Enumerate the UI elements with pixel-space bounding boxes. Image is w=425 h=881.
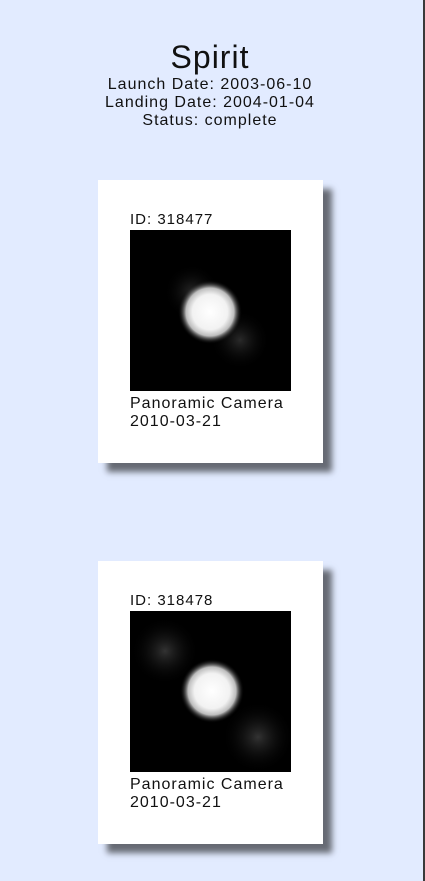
- rover-photo-image: [130, 611, 291, 772]
- rover-header: Spirit Launch Date: 2003-06-10 Landing D…: [0, 38, 420, 130]
- photo-id: ID: 318477: [130, 211, 214, 228]
- camera-name: Panoramic Camera: [130, 395, 284, 412]
- earth-date: 2010-03-21: [130, 413, 222, 430]
- earth-date: 2010-03-21: [130, 794, 222, 811]
- photo-id: ID: 318478: [130, 592, 214, 609]
- landing-date: Landing Date: 2004-01-04: [105, 94, 315, 111]
- rover-photo[interactable]: [130, 611, 291, 772]
- launch-date: Launch Date: 2003-06-10: [107, 76, 313, 93]
- photo-card[interactable]: ID: 318478 Panoramic Camera 2010-03-21: [98, 561, 323, 844]
- rover-name: Spirit: [170, 39, 250, 75]
- rover-photo-image: [130, 230, 291, 391]
- camera-name: Panoramic Camera: [130, 776, 284, 793]
- mission-status: Status: complete: [142, 112, 278, 129]
- photo-card[interactable]: ID: 318477 Panoramic Camera 2010-03-21: [98, 180, 323, 463]
- rover-photo[interactable]: [130, 230, 291, 391]
